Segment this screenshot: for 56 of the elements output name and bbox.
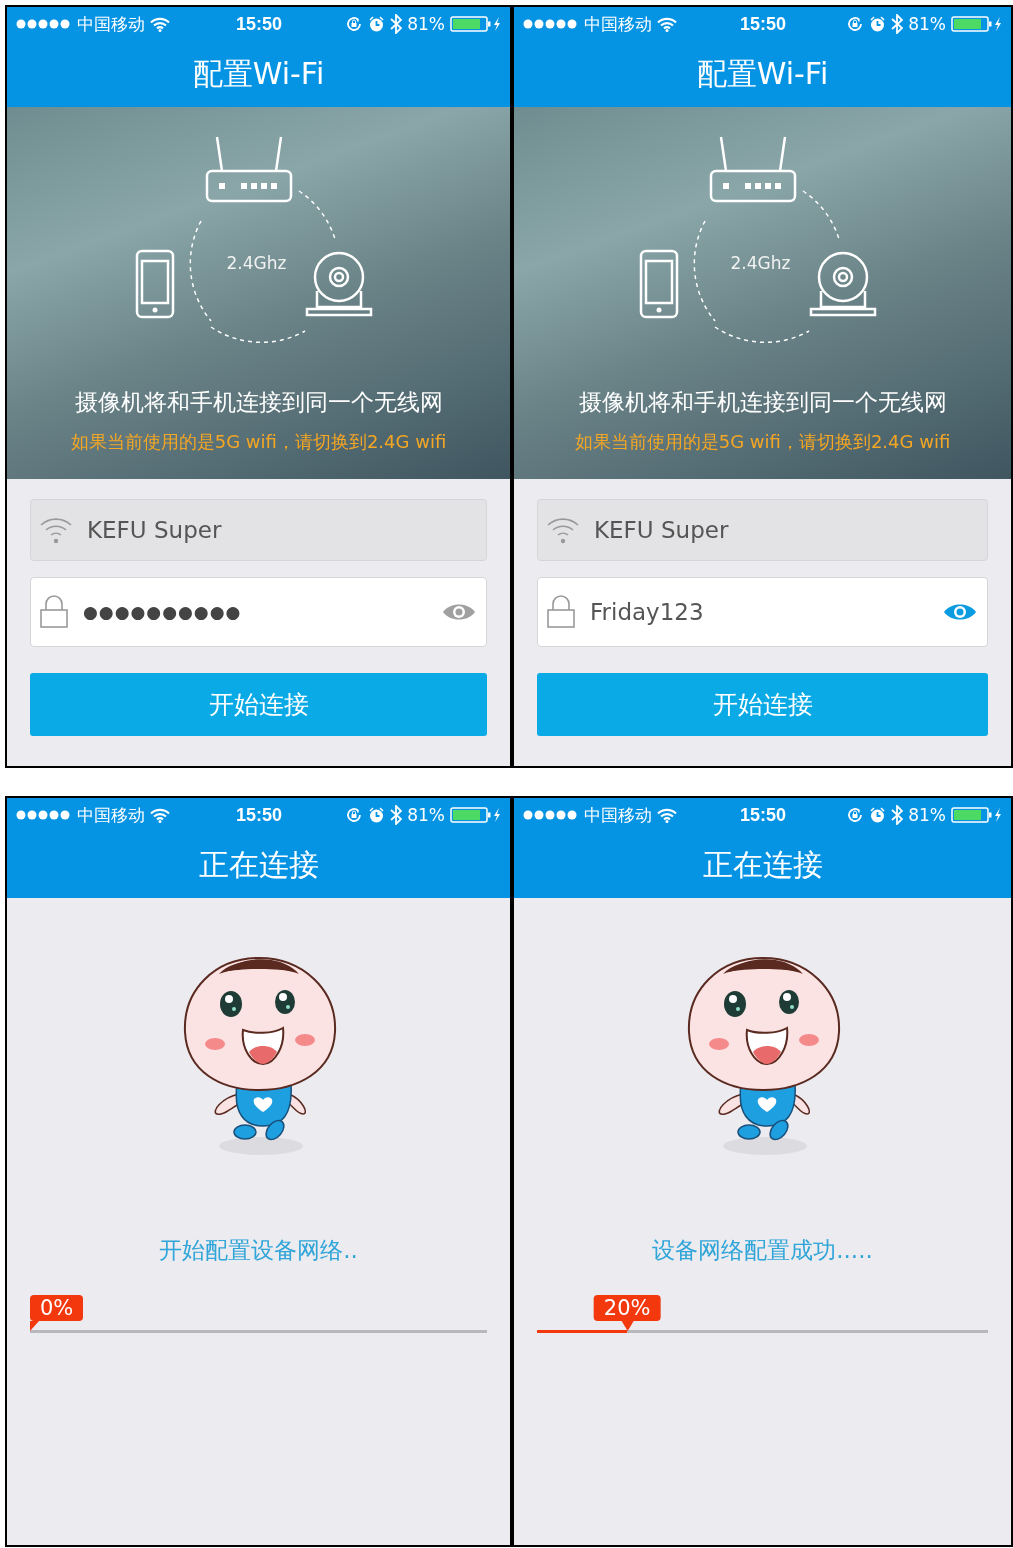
status-time: 15:50	[739, 13, 786, 35]
status-time: 15:50	[235, 804, 282, 826]
bluetooth-icon	[390, 14, 403, 34]
hero-headline: 摄像机将和手机连接到同一个无线网	[578, 388, 947, 417]
hero-headline: 摄像机将和手机连接到同一个无线网	[74, 388, 443, 417]
signal-strength-icon	[523, 19, 579, 29]
battery-charging-icon	[951, 16, 1003, 32]
wifi-icon	[657, 16, 677, 32]
rotation-lock-icon	[846, 806, 865, 824]
battery-percentage: 81%	[908, 805, 946, 825]
lock-icon	[39, 595, 69, 629]
frequency-label: 2.4Ghz	[226, 253, 287, 273]
signal-strength-icon	[16, 19, 72, 29]
battery-charging-icon	[450, 16, 502, 32]
wifi-icon	[150, 16, 170, 32]
signal-strength-icon	[523, 810, 579, 820]
battery-charging-icon	[450, 807, 502, 823]
screen-title: 配置Wi-Fi	[191, 54, 326, 93]
rotation-lock-icon	[846, 15, 865, 33]
progress-percentage: 20%	[593, 1295, 661, 1331]
carrier-name: 中国移动	[584, 803, 652, 827]
frequency-label: 2.4Ghz	[730, 253, 791, 273]
status-message: 设备网络配置成功.....	[652, 1236, 873, 1265]
progress-percentage: 0%	[30, 1295, 84, 1331]
rotation-lock-icon	[345, 806, 364, 824]
battery-percentage: 81%	[407, 805, 445, 825]
password-field[interactable]: Friday123	[537, 577, 988, 647]
screen-title: 配置Wi-Fi	[695, 54, 830, 93]
status-time: 15:50	[739, 804, 786, 826]
status-time: 15:50	[235, 13, 282, 35]
battery-percentage: 81%	[407, 14, 445, 34]
signal-strength-icon	[16, 810, 72, 820]
wifi-icon	[657, 807, 677, 823]
password-field[interactable]: ●●●●●●●●●●	[30, 577, 487, 647]
bluetooth-icon	[891, 14, 904, 34]
wifi-icon	[150, 807, 170, 823]
battery-charging-icon	[951, 807, 1003, 823]
screen-title: 正在连接	[701, 845, 824, 884]
carrier-name: 中国移动	[584, 12, 652, 36]
rotation-lock-icon	[345, 15, 364, 33]
screen-title: 正在连接	[197, 845, 320, 884]
bluetooth-icon	[891, 805, 904, 825]
bluetooth-icon	[390, 805, 403, 825]
alarm-icon	[869, 15, 887, 33]
alarm-icon	[869, 806, 887, 824]
carrier-name: 中国移动	[77, 12, 145, 36]
status-message: 开始配置设备网络..	[159, 1236, 358, 1265]
wifi-icon	[39, 515, 73, 545]
warning-text: 如果当前使用的是5G wifi，请切换到2.4G wifi	[574, 430, 951, 454]
warning-text: 如果当前使用的是5G wifi，请切换到2.4G wifi	[70, 430, 447, 454]
alarm-icon	[368, 15, 386, 33]
battery-percentage: 81%	[908, 14, 946, 34]
lock-icon	[546, 595, 576, 629]
alarm-icon	[368, 806, 386, 824]
wifi-icon	[546, 515, 580, 545]
carrier-name: 中国移动	[77, 803, 145, 827]
